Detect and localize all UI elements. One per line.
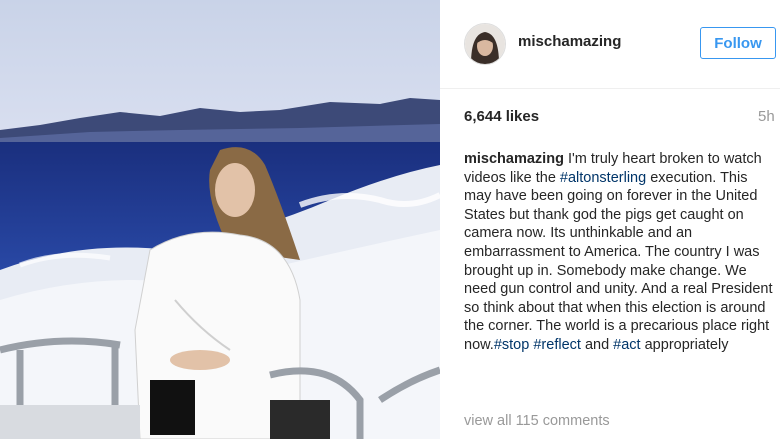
caption-text: appropriately (640, 336, 729, 353)
header-username[interactable]: mischamazing (518, 33, 621, 50)
follow-button[interactable]: Follow (700, 27, 776, 59)
likes-count[interactable]: 6,644 likes (464, 108, 539, 125)
post-time: 5h (758, 108, 775, 125)
view-all-comments-link[interactable]: view all 115 comments (464, 413, 610, 429)
caption-text: and (580, 336, 614, 353)
hashtag-act[interactable]: #act (613, 337, 640, 353)
post-details-panel: mischamazing Follow 6,644 likes 5h misch… (440, 0, 780, 439)
hashtag-altonsterling[interactable]: #altonsterling (560, 170, 646, 186)
caption-text: execution. This may have been going on f… (464, 169, 773, 353)
post-header: mischamazing Follow (440, 0, 780, 89)
avatar[interactable] (464, 23, 506, 65)
avatar-image (465, 24, 505, 64)
post-caption: mischamazing I'm truly heart broken to w… (464, 150, 774, 355)
caption-username[interactable]: mischamazing (464, 151, 564, 167)
post-photo[interactable] (0, 0, 440, 439)
hashtag-stop[interactable]: #stop (494, 337, 529, 353)
post-image (0, 0, 440, 439)
hashtag-reflect[interactable]: #reflect (533, 337, 581, 353)
